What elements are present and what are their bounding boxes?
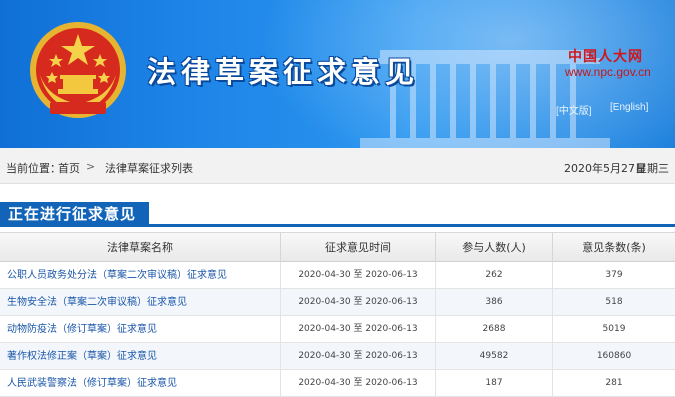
header-participants: 参与人数(人)	[435, 233, 552, 263]
lang-chinese-link[interactable]: [中文版]	[556, 102, 592, 117]
national-emblem-icon	[30, 22, 126, 118]
npc-logo-text[interactable]: 中国人大网	[568, 46, 643, 66]
header-law-name: 法律草案名称	[107, 241, 173, 254]
period-cell: 2020-04-30 至 2020-06-13	[280, 370, 435, 397]
header-banner: 法律草案征求意见 中国人大网 www.npc.gov.cn [中文版] [Eng…	[0, 0, 675, 148]
current-weekday: 星期三	[636, 162, 669, 175]
breadcrumb-home-link[interactable]: 首页	[58, 160, 80, 176]
current-date: 2020年5月27日	[564, 162, 646, 175]
page-title: 法律草案征求意见	[147, 55, 420, 89]
breadcrumb-separator: >	[86, 160, 96, 173]
lang-english-link[interactable]: [English]	[610, 102, 648, 113]
breadcrumb-label: 当前位置：	[6, 162, 61, 175]
breadcrumb: 当前位置： 首页 > 法律草案征求列表 2020年5月27日 星期三	[0, 148, 675, 184]
header-opinions: 意见条数(条)	[552, 233, 675, 263]
opinions-cell: 160860	[552, 343, 675, 370]
participants-cell: 2688	[435, 316, 552, 343]
table-header: 法律草案名称 征求意见时间 参与人数(人) 意见条数(条)	[0, 232, 675, 263]
table-row: 生物安全法（草案二次审议稿）征求意见 2020-04-30 至 2020-06-…	[0, 289, 675, 316]
breadcrumb-current: 法律草案征求列表	[105, 162, 193, 175]
table-row: 著作权法修正案（草案）征求意见 2020-04-30 至 2020-06-13 …	[0, 343, 675, 370]
table-row: 人民武装警察法（修订草案）征求意见 2020-04-30 至 2020-06-1…	[0, 370, 675, 397]
period-cell: 2020-04-30 至 2020-06-13	[280, 343, 435, 370]
opinions-cell: 379	[552, 262, 675, 289]
period-cell: 2020-04-30 至 2020-06-13	[280, 316, 435, 343]
period-cell: 2020-04-30 至 2020-06-13	[280, 289, 435, 316]
law-name-link[interactable]: 生物安全法（草案二次审议稿）征求意见	[0, 289, 280, 316]
law-name-link[interactable]: 人民武装警察法（修订草案）征求意见	[0, 370, 280, 397]
period-cell: 2020-04-30 至 2020-06-13	[280, 262, 435, 289]
opinions-cell: 281	[552, 370, 675, 397]
table-row: 公职人员政务处分法（草案二次审议稿）征求意见 2020-04-30 至 2020…	[0, 262, 675, 289]
participants-cell: 187	[435, 370, 552, 397]
participants-cell: 49582	[435, 343, 552, 370]
law-name-link[interactable]: 公职人员政务处分法（草案二次审议稿）征求意见	[0, 262, 280, 289]
header-period: 征求意见时间	[280, 233, 435, 263]
section-title: 正在进行征求意见	[0, 202, 149, 227]
law-name-link[interactable]: 动物防疫法（修订草案）征求意见	[0, 316, 280, 343]
opinions-cell: 5019	[552, 316, 675, 343]
table-row: 动物防疫法（修订草案）征求意见 2020-04-30 至 2020-06-13 …	[0, 316, 675, 343]
participants-cell: 262	[435, 262, 552, 289]
law-name-link[interactable]: 著作权法修正案（草案）征求意见	[0, 343, 280, 370]
npc-logo-url[interactable]: www.npc.gov.cn	[565, 65, 651, 79]
participants-cell: 386	[435, 289, 552, 316]
opinions-cell: 518	[552, 289, 675, 316]
